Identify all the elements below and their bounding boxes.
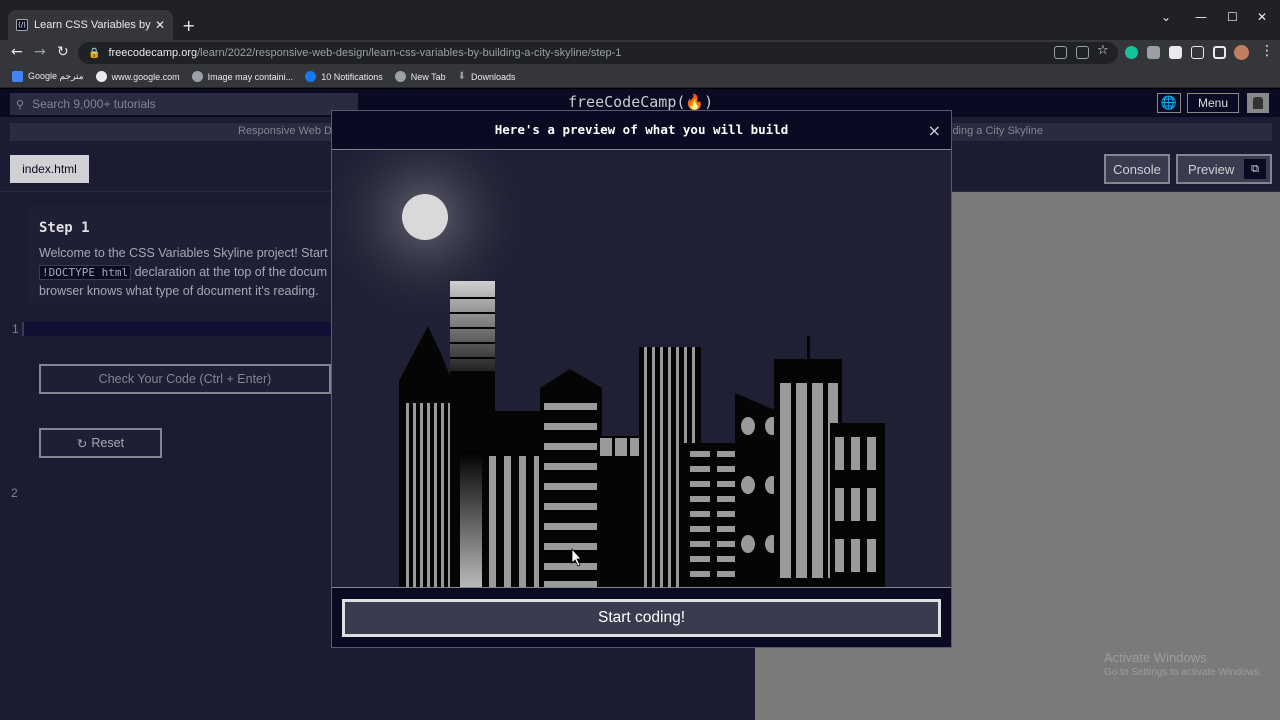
bookmark-item[interactable]: ⬇ Downloads [458,71,516,82]
reset-label: Reset [91,436,125,450]
search-input[interactable]: ⚲ Search 9,000+ tutorials [10,93,358,115]
bookmark-label: Image may containi... [207,71,294,82]
address-bar[interactable]: 🔒 freecodecamp.org /learn/2022/responsiv… [78,42,1118,64]
bookmark-label: www.google.com [111,71,180,82]
step-text-line: Welcome to the CSS Variables Skyline pro… [39,246,338,260]
translate-icon [12,71,23,82]
modal-header: Here's a preview of what you will build … [332,111,951,150]
url-path: /learn/2022/responsive-web-design/learn-… [197,47,622,59]
preview-modal: Here's a preview of what you will build … [331,110,952,648]
bookmark-label: 10 Notifications [321,71,383,82]
chrome-menu-icon[interactable]: ⋮ [1260,43,1274,59]
line-number: 2 [11,486,18,500]
step-description: Welcome to the CSS Variables Skyline pro… [39,244,339,301]
watermark-subtitle: Go to Settings to activate Windows. [1104,667,1262,678]
close-icon[interactable]: × [928,121,941,140]
preview-button[interactable]: Preview ⧉ [1176,154,1272,184]
maximize-icon[interactable]: ☐ [1227,10,1238,24]
activate-windows-watermark: Activate Windows Go to Settings to activ… [1104,650,1262,678]
search-placeholder: Search 9,000+ tutorials [32,97,156,111]
bookmark-label: Google مترجم [28,71,84,81]
menu-button[interactable]: Menu [1187,93,1239,113]
browser-tab[interactable]: (/) Learn CSS Variables by Building a ✕ [8,10,173,40]
lock-icon: 🔒 [88,47,101,59]
grammarly-icon[interactable] [1125,46,1138,59]
building [540,369,602,587]
tab-title: Learn CSS Variables by Building a [34,19,151,31]
bookmark-item[interactable]: Image may containi... [191,71,294,82]
search-icon: ⚲ [16,97,25,111]
step-text-line: browser knows what type of document it's… [39,284,319,298]
forward-icon[interactable]: → [34,44,46,60]
popout-icon[interactable]: ⧉ [1244,159,1266,179]
side-panel-icon[interactable] [1213,46,1226,59]
fcc-favicon-icon: (/) [16,19,28,31]
profile-avatar[interactable] [1234,45,1249,60]
step-code: !DOCTYPE html [39,265,132,280]
share-icon[interactable] [1076,46,1089,59]
step-text-line: declaration at the top of the docum [131,265,328,279]
globe-icon [394,71,406,82]
skyline-illustration [332,151,951,587]
breadcrumb-block[interactable]: lding a City Skyline [950,125,1043,137]
bookmark-label: Downloads [470,71,516,82]
reset-button[interactable]: ↻ Reset [39,428,162,458]
facebook-icon [305,71,317,82]
browser-toolbar: ← → ↻ 🔒 freecodecamp.org /learn/2022/res… [0,40,1280,66]
url-domain: freecodecamp.org [108,47,198,59]
preview-label: Preview [1188,161,1235,177]
modal-footer: Start coding! [332,588,951,647]
line-number: 1 [12,322,19,336]
puzzle-icon[interactable] [1169,46,1182,59]
extension-icon[interactable] [1147,46,1160,59]
window-close-icon[interactable]: ✕ [1257,10,1267,24]
console-button[interactable]: Console [1104,154,1170,184]
building [807,336,810,361]
globe-icon [191,71,203,82]
bookmark-label: New Tab [410,71,446,82]
bookmarks-bar: Google مترجم www.google.com Image may co… [0,66,1280,88]
download-icon: ⬇ [457,71,466,82]
minimize-icon[interactable]: — [1195,10,1207,24]
check-code-button[interactable]: Check Your Code (Ctrl + Enter) [39,364,331,394]
bookmark-star-icon[interactable]: ☆ [1097,43,1109,58]
new-tab-icon[interactable]: + [182,16,195,35]
fcc-logo[interactable]: freeCodeCamp(🔥) [568,93,713,111]
modal-title: Here's a preview of what you will build [494,122,789,137]
tab-search-icon[interactable]: ⌄ [1161,10,1171,24]
bookmark-item[interactable]: 10 Notifications [305,71,383,82]
reload-icon[interactable]: ↻ [57,44,69,60]
browser-tab-strip: (/) Learn CSS Variables by Building a ✕ … [0,0,1280,40]
moon [402,194,448,240]
watermark-title: Activate Windows [1104,650,1207,665]
skyline-preview [332,151,951,588]
back-icon[interactable]: ← [11,44,23,60]
breadcrumb-superblock[interactable]: Responsive Web De [238,125,338,137]
reset-icon: ↻ [76,435,88,451]
step-title: Step 1 [39,220,90,236]
bookmark-item[interactable]: www.google.com [95,71,180,82]
bookmark-item[interactable]: New Tab [394,71,446,82]
user-avatar[interactable] [1247,93,1269,113]
bookmark-item[interactable]: Google مترجم [12,71,84,82]
install-icon[interactable] [1054,46,1067,59]
language-globe-icon[interactable]: 🌐 [1157,93,1181,113]
google-icon [95,71,107,82]
code-editor-line[interactable] [22,322,332,336]
reading-list-icon[interactable] [1191,46,1204,59]
file-tab-index-html[interactable]: index.html [10,155,89,183]
tab-close-icon[interactable]: ✕ [155,18,165,32]
start-coding-button[interactable]: Start coding! [342,599,941,637]
